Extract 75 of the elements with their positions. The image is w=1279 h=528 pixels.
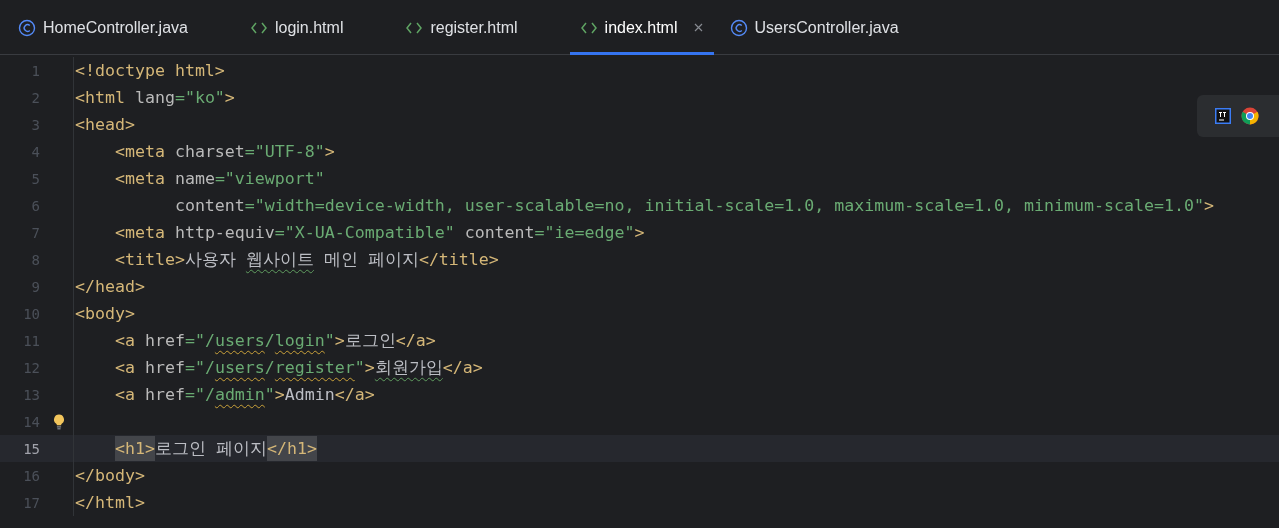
close-icon bbox=[692, 22, 704, 33]
code-text: name bbox=[173, 168, 215, 190]
code-text: ="ie=edge" bbox=[534, 222, 635, 244]
editor-tab[interactable]: register.html bbox=[395, 0, 528, 55]
editor-tab[interactable]: UsersController.java bbox=[719, 0, 909, 55]
editor-tab[interactable]: login.html bbox=[239, 0, 354, 55]
class-icon bbox=[18, 18, 36, 37]
code-text: ="X-UA-Compatible" bbox=[274, 222, 455, 244]
code-text: <meta bbox=[113, 222, 165, 244]
code-text: href bbox=[143, 357, 185, 379]
code-text: > bbox=[634, 222, 645, 244]
code-text: </h1> bbox=[266, 436, 317, 461]
code-text: / bbox=[264, 357, 275, 379]
code-text: 웹사이트 bbox=[245, 249, 314, 271]
code-text: lang bbox=[133, 87, 175, 109]
code-text: ="/ bbox=[184, 357, 215, 379]
code-text: ="/ bbox=[184, 384, 215, 406]
code-text: <a bbox=[113, 384, 135, 406]
code-text: </body> bbox=[75, 465, 145, 487]
code-text: 사용자 bbox=[184, 249, 237, 271]
editor-tab[interactable]: index.html bbox=[569, 0, 714, 55]
code-text: " bbox=[324, 330, 335, 352]
code-text: 로그인 페이지 bbox=[154, 438, 267, 460]
code-text: > bbox=[364, 357, 375, 379]
code-text: <body> bbox=[75, 303, 135, 325]
code-text: <meta bbox=[113, 141, 165, 163]
code-text: <title> bbox=[113, 249, 185, 271]
code-text: <a bbox=[113, 330, 135, 352]
code-text: ="width=device-width, user-scalable=no, initial-scale=1.0, maximum-scale=1.0, minimum-scale=1.0" bbox=[244, 195, 1204, 217]
code-text: content bbox=[173, 195, 245, 217]
code-text: </title> bbox=[418, 249, 499, 271]
editor-tab[interactable]: HomeController.java bbox=[8, 0, 198, 55]
code-text: 로그인 bbox=[344, 330, 396, 352]
code-text: <!doctype html> bbox=[75, 60, 225, 82]
code-text: 회원가입 bbox=[374, 357, 443, 379]
code-text: register bbox=[274, 357, 355, 379]
browser-button[interactable] bbox=[1215, 108, 1231, 124]
code-text: > bbox=[274, 384, 285, 406]
code-text: http-equiv bbox=[173, 222, 275, 244]
code-text: ="viewport" bbox=[214, 168, 325, 190]
code-text: </html> bbox=[75, 492, 145, 514]
code-text: charset bbox=[173, 141, 245, 163]
code-text: <a bbox=[113, 357, 135, 379]
code-text: <meta bbox=[113, 168, 165, 190]
code-text: > bbox=[224, 87, 235, 109]
code-text: ="UTF-8" bbox=[244, 141, 325, 163]
code-text: content bbox=[463, 222, 535, 244]
code-text: / bbox=[264, 330, 275, 352]
browser-icon bbox=[1241, 107, 1259, 125]
code-text: Admin bbox=[284, 384, 335, 406]
code-text: " bbox=[264, 384, 275, 406]
code-text: href bbox=[143, 384, 185, 406]
code-text: users bbox=[214, 330, 265, 352]
code-text: > bbox=[1203, 195, 1214, 217]
ide-icon bbox=[1215, 108, 1231, 124]
code-text: href bbox=[143, 330, 185, 352]
code-text: > bbox=[324, 141, 335, 163]
code-text: </head> bbox=[75, 276, 145, 298]
line-number: 15 bbox=[22, 440, 40, 457]
code-text: <html bbox=[75, 87, 125, 109]
code-text: <head> bbox=[75, 114, 135, 136]
class-icon bbox=[729, 18, 748, 37]
code-text: users bbox=[214, 357, 265, 379]
code-text: > bbox=[334, 330, 345, 352]
code-text: </a> bbox=[334, 384, 375, 406]
code-text: admin bbox=[214, 384, 265, 406]
code-text: ="ko" bbox=[174, 87, 225, 109]
code-text: ="/ bbox=[184, 330, 215, 352]
code-text: <h1> bbox=[114, 436, 155, 461]
code-text: </a> bbox=[395, 330, 436, 352]
code-text: 메인 페이지 bbox=[322, 249, 419, 271]
code-text: login bbox=[274, 330, 325, 352]
code-text: </a> bbox=[442, 357, 483, 379]
code-text: " bbox=[354, 357, 365, 379]
browser-button[interactable] bbox=[1241, 107, 1259, 125]
